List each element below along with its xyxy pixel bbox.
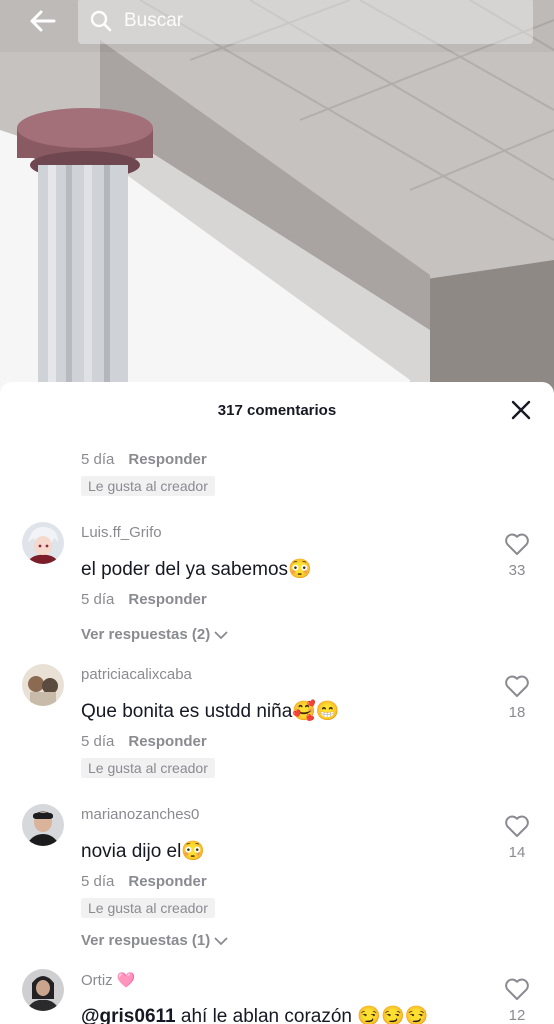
comment-meta: 5 día Responder (81, 591, 207, 608)
comment-username[interactable]: patriciacalixcaba (81, 666, 192, 683)
arrow-left-icon (30, 10, 56, 32)
comment-username[interactable]: Luis.ff_Grifo (81, 524, 162, 541)
comments-count-title: 317 comentarios (217, 402, 337, 419)
reply-button[interactable]: Responder (128, 591, 206, 608)
like-button[interactable]: 18 (504, 674, 530, 721)
comments-sheet: 317 comentarios 5 día Responder Le gusta … (0, 382, 554, 1024)
comment-username-text: Ortiz (81, 972, 113, 989)
comment-emoji: 🥰😁 (292, 701, 340, 722)
creator-liked-badge: Le gusta al creador (81, 476, 215, 496)
avatar[interactable] (22, 969, 64, 1011)
top-bar (0, 0, 554, 48)
comment-username[interactable]: marianozanches0 (81, 806, 199, 823)
back-button[interactable] (22, 4, 62, 38)
comment-mention[interactable]: @gris0611 (81, 1006, 176, 1024)
reply-button[interactable]: Responder (128, 451, 206, 468)
comment-text: @gris0611 ahí le ablan corazón 😏😏😏 (81, 1004, 428, 1024)
comment-emoji: 😏😏😏 (357, 1006, 429, 1024)
comment-meta: 5 día Responder (81, 873, 207, 890)
comment-body: novia dijo el (81, 841, 182, 862)
heart-outline-icon (505, 978, 529, 1000)
like-button[interactable]: 14 (504, 814, 530, 861)
heart-outline-icon (505, 815, 529, 837)
avatar-image (22, 969, 64, 1011)
avatar-image (22, 522, 64, 564)
comment-emoji: 😳 (288, 559, 312, 580)
comment-body: el poder del ya sabemos (81, 559, 289, 580)
pink-heart-icon: 🩷 (116, 972, 136, 989)
like-button[interactable]: 33 (504, 532, 530, 579)
like-count: 33 (508, 562, 526, 579)
comment-time: 5 día (81, 591, 115, 608)
heart-outline-icon (505, 675, 529, 697)
reply-button[interactable]: Responder (128, 873, 206, 890)
search-bar[interactable] (78, 0, 533, 44)
avatar[interactable] (22, 804, 64, 846)
like-button[interactable]: 12 (504, 977, 530, 1024)
comment-username[interactable]: Ortiz 🩷 (81, 971, 136, 989)
creator-liked-badge: Le gusta al creador (81, 898, 215, 918)
view-replies-button[interactable]: Ver respuestas (1) (81, 932, 228, 949)
avatar[interactable] (22, 664, 64, 706)
like-count: 18 (508, 704, 526, 721)
like-count: 12 (508, 1007, 526, 1024)
view-replies-button[interactable]: Ver respuestas (2) (81, 626, 228, 643)
creator-liked-badge: Le gusta al creador (81, 758, 215, 778)
comment-time: 5 día (81, 873, 115, 890)
comment-text: el poder del ya sabemos😳 (81, 557, 312, 581)
comment-time: 5 día (81, 451, 115, 468)
comment-body: ahí le ablan corazón (175, 1006, 358, 1024)
comment-text: novia dijo el😳 (81, 839, 205, 863)
comment-text: Que bonita es ustdd niña🥰😁 (81, 699, 340, 723)
comment-meta: 5 día Responder (81, 733, 207, 750)
comment-meta: 5 día Responder (81, 451, 207, 468)
sheet-header: 317 comentarios (0, 382, 554, 438)
comment-body: Que bonita es ustdd niña (81, 701, 293, 722)
search-icon (90, 10, 112, 32)
heart-outline-icon (505, 533, 529, 555)
reply-button[interactable]: Responder (128, 733, 206, 750)
comment-emoji: 😳 (181, 841, 206, 862)
chevron-down-icon (214, 936, 228, 945)
video-background (0, 0, 554, 400)
close-icon[interactable] (510, 399, 532, 421)
avatar-image (22, 804, 64, 846)
avatar-image (22, 664, 64, 706)
avatar[interactable] (22, 522, 64, 564)
view-replies-label: Ver respuestas (1) (81, 932, 211, 949)
view-replies-label: Ver respuestas (2) (81, 626, 211, 643)
like-count: 14 (508, 844, 526, 861)
chevron-down-icon (214, 630, 228, 639)
search-input[interactable] (122, 9, 533, 33)
video-frame (0, 0, 554, 400)
comment-time: 5 día (81, 733, 115, 750)
